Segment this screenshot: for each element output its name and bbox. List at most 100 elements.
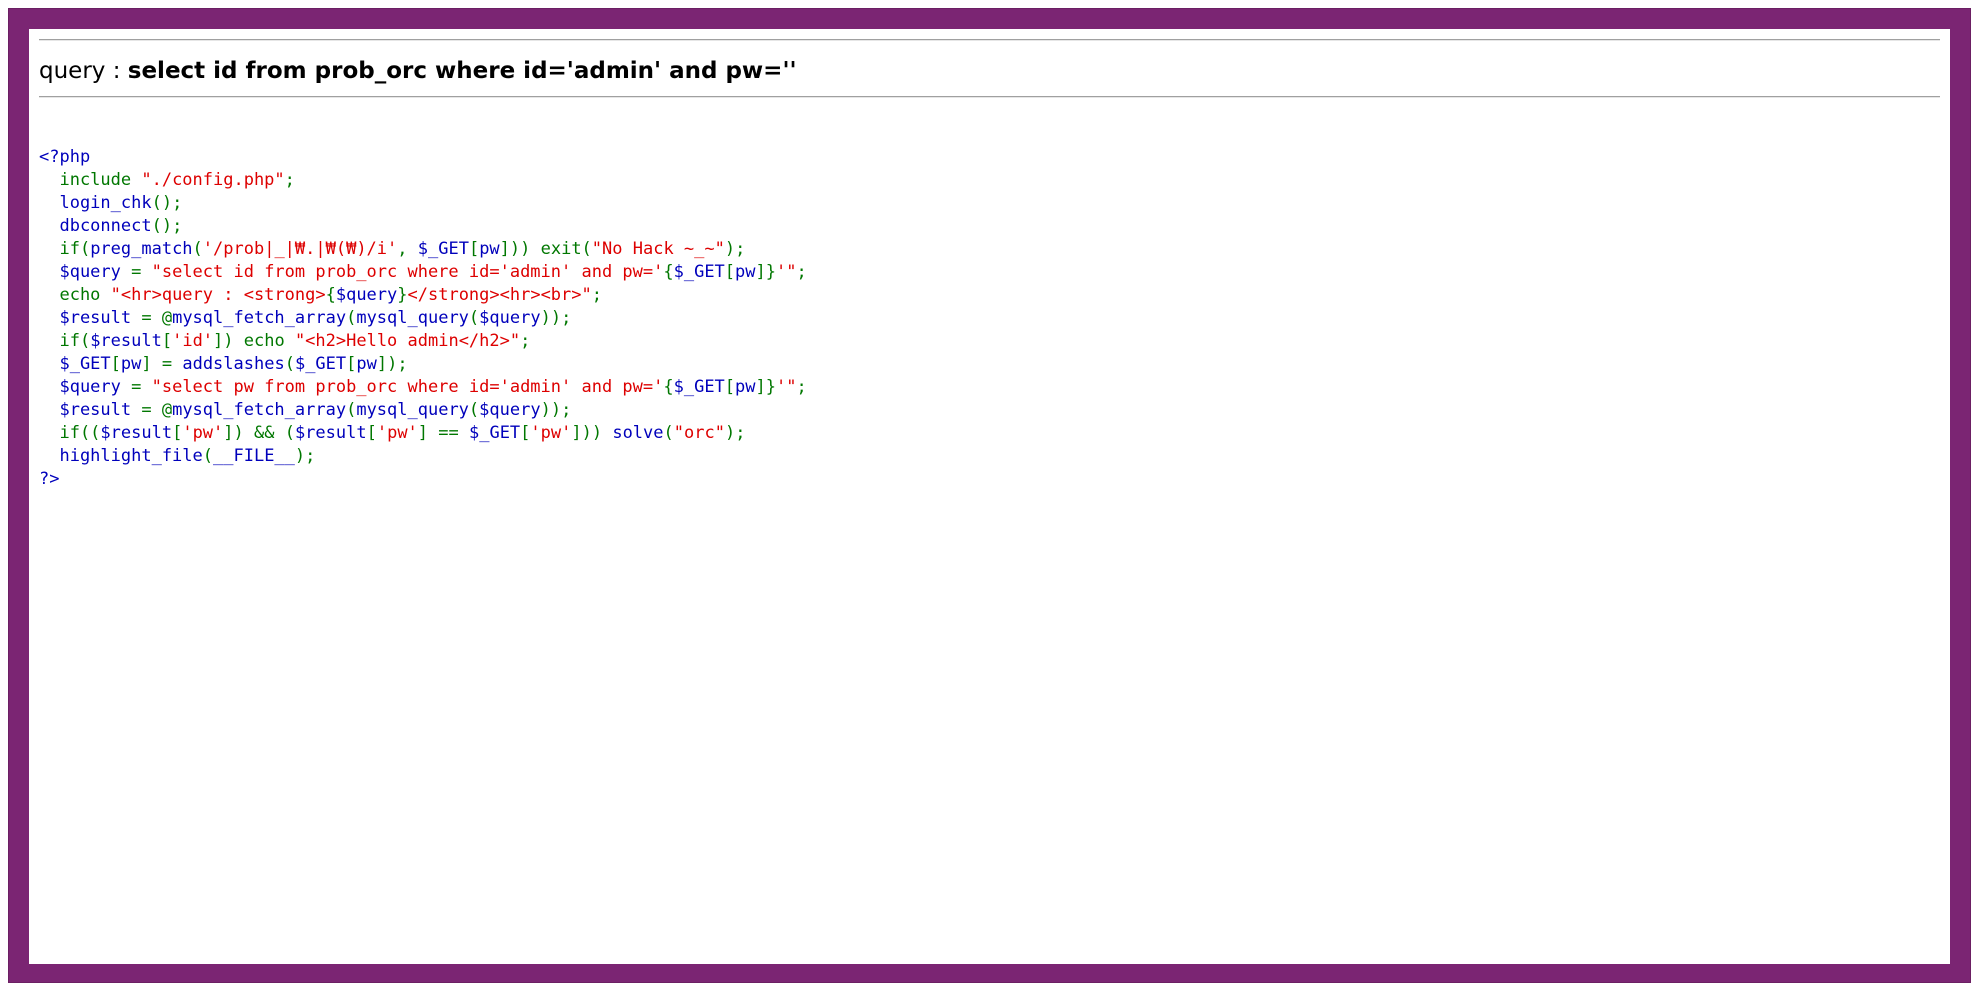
- code-token: if(: [39, 331, 91, 351]
- code-token: (: [284, 354, 295, 374]
- code-token: pw: [735, 262, 756, 282]
- query-line: query : select id from prob_orc where id…: [39, 41, 1940, 96]
- code-token: ));: [540, 308, 572, 328]
- code-token: __FILE__: [213, 446, 295, 466]
- code-token: '": [776, 262, 797, 282]
- code-token: $_GET: [673, 377, 725, 397]
- code-token: ();: [151, 193, 183, 213]
- code-token: "No Hack ~_~": [591, 239, 725, 259]
- code-token: ]}: [755, 377, 777, 397]
- code-token: mysql_query: [356, 400, 469, 420]
- code-token: [: [724, 377, 736, 397]
- source-code: <?php include "./config.php"; login_chk(…: [39, 146, 1940, 491]
- code-line: if(preg_match('/prob|_|₩.|₩(₩)/i', $_GET…: [39, 238, 1940, 261]
- code-line: dbconnect();: [39, 215, 1940, 238]
- code-line: <?php: [39, 146, 1940, 169]
- code-token: pw: [120, 354, 142, 374]
- code-line: include "./config.php";: [39, 169, 1940, 192]
- code-token: );: [724, 239, 746, 259]
- code-token: solve: [612, 423, 664, 443]
- code-token: echo: [39, 285, 111, 305]
- code-line: $_GET[pw] = addslashes($_GET[pw]);: [39, 353, 1940, 376]
- code-token: $result: [294, 423, 367, 443]
- code-token: (: [663, 423, 674, 443]
- code-token: (: [192, 239, 203, 259]
- code-token: $_GET: [39, 354, 111, 374]
- code-token: mysql_query: [356, 308, 469, 328]
- code-token: }: [397, 285, 408, 305]
- code-token: '/prob|_|₩.|₩(₩)/i': [202, 239, 398, 259]
- code-token: [: [520, 423, 531, 443]
- code-line: $result = @mysql_fetch_array(mysql_query…: [39, 307, 1940, 330]
- code-token: {: [663, 262, 674, 282]
- code-token: = @: [141, 308, 173, 328]
- code-line: echo "<hr>query : <strong>{$query}</stro…: [39, 284, 1940, 307]
- code-line: ?>: [39, 468, 1940, 491]
- code-token: ]) echo: [213, 331, 295, 351]
- code-token: {: [325, 285, 336, 305]
- code-token: 'id': [172, 331, 214, 351]
- code-token: include: [39, 170, 142, 190]
- code-line: if(($result['pw']) && ($result['pw'] == …: [39, 422, 1940, 445]
- code-token: (: [346, 308, 357, 328]
- code-token: );: [724, 423, 746, 443]
- code-token: ();: [151, 216, 183, 236]
- code-token: 'pw': [530, 423, 572, 443]
- bottom-divider: [39, 96, 1940, 98]
- code-token: ])) exit(: [499, 239, 592, 259]
- code-line: login_chk();: [39, 192, 1940, 215]
- code-token: [: [724, 262, 736, 282]
- code-token: $result: [100, 423, 173, 443]
- code-token: ;: [591, 285, 602, 305]
- code-token: $_GET: [673, 262, 725, 282]
- code-token: [: [346, 354, 357, 374]
- query-value: select id from prob_orc where id='admin'…: [127, 58, 797, 84]
- code-token: $_GET: [417, 239, 469, 259]
- code-token: $_GET: [294, 354, 347, 374]
- code-token: $query: [479, 400, 541, 420]
- code-token: pw: [735, 377, 756, 397]
- code-token: 'pw': [376, 423, 418, 443]
- code-token: [: [161, 331, 173, 351]
- code-token: if((: [39, 423, 101, 443]
- code-token: (: [346, 400, 357, 420]
- code-token: $result: [39, 308, 142, 328]
- code-token: (: [468, 400, 480, 420]
- code-token: highlight_file: [39, 446, 203, 466]
- code-line: $result = @mysql_fetch_array(mysql_query…: [39, 399, 1940, 422]
- code-line: $query = "select id from prob_orc where …: [39, 261, 1940, 284]
- code-token: $query: [39, 377, 132, 397]
- code-token: $query: [335, 285, 398, 305]
- code-token: mysql_fetch_array: [172, 400, 347, 420]
- code-token: (: [202, 446, 214, 466]
- code-token: ] =: [141, 354, 183, 374]
- code-token: ));: [540, 400, 572, 420]
- code-token: ]) && (: [223, 423, 295, 443]
- code-token: $result: [39, 400, 142, 420]
- code-token: login_chk: [39, 193, 152, 213]
- code-line: if($result['id']) echo "<h2>Hello admin<…: [39, 330, 1940, 353]
- code-token: dbconnect: [39, 216, 152, 236]
- code-token: addslashes: [182, 354, 285, 374]
- code-token: ])): [571, 423, 613, 443]
- code-token: pw: [356, 354, 377, 374]
- code-token: "orc": [673, 423, 725, 443]
- code-token: );: [294, 446, 316, 466]
- code-token: '": [776, 377, 797, 397]
- code-token: ?>: [39, 469, 60, 489]
- code-token: [: [110, 354, 121, 374]
- code-token: =: [131, 262, 152, 282]
- code-token: ;: [796, 377, 807, 397]
- code-token: [: [172, 423, 183, 443]
- code-token: ]}: [755, 262, 777, 282]
- code-token: "<hr>query : <strong>: [110, 285, 326, 305]
- code-token: ] ==: [417, 423, 469, 443]
- code-token: preg_match: [90, 239, 193, 259]
- code-token: ;: [284, 170, 295, 190]
- code-token: <?php: [39, 147, 91, 167]
- query-label: query :: [39, 58, 128, 84]
- code-token: {: [663, 377, 674, 397]
- code-token: mysql_fetch_array: [172, 308, 347, 328]
- page-body: query : select id from prob_orc where id…: [29, 29, 1950, 964]
- code-token: [: [468, 239, 480, 259]
